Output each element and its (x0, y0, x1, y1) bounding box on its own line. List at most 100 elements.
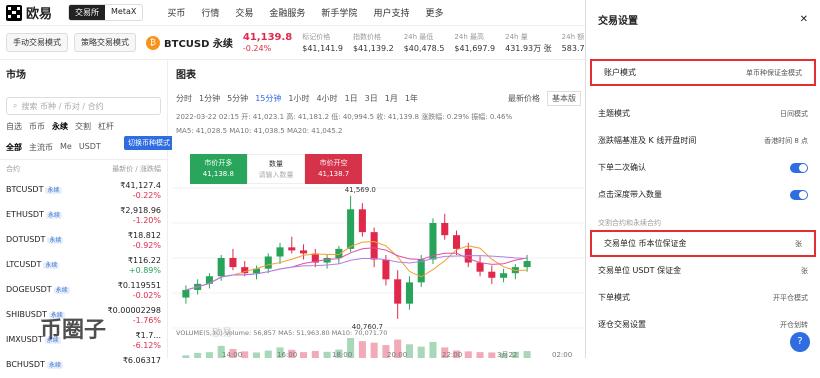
change-text: -0.02% (132, 291, 161, 300)
candle-body (276, 247, 284, 257)
market-symbol: DOGEUSDT 永续 (6, 281, 70, 300)
candle-body (382, 259, 390, 280)
setting-row[interactable]: 点击深度带入数量 (586, 181, 820, 208)
market-tab[interactable]: 永续 (52, 121, 68, 132)
setting-row[interactable]: 交易单位 USDT 保证金 张 (586, 257, 820, 284)
help-icon[interactable]: ? (790, 332, 810, 352)
market-tabs: 自选 币币 永续 交割 杠杆 (0, 115, 167, 132)
setting-value[interactable]: 香港时间 8 点 (764, 136, 808, 146)
sell-label: 市价开空 (319, 159, 348, 167)
volume-bar (241, 351, 249, 358)
nav-item[interactable]: 行情 (201, 6, 219, 19)
stat-label: 24h 最低 (403, 32, 434, 41)
market-buy-button[interactable]: 市价开多 41,138.8 (190, 154, 247, 184)
nav-item[interactable]: 买币 (167, 6, 185, 19)
volume-bar (205, 352, 213, 358)
nav-item[interactable]: 新手学院 (321, 6, 357, 19)
setting-label: 涨跌幅基准及 K 线开盘时间 (598, 136, 697, 145)
search-icon: ⌕ (13, 101, 18, 110)
mode-metax[interactable]: MetaX (105, 5, 142, 20)
settings-list: 账户模式 单币种保证金模式主题模式 日间模式涨跌幅基准及 K 线开盘时间 香港时间 8… (586, 59, 820, 208)
timeframe-option[interactable]: 4小时 (316, 93, 337, 104)
toggle-switch[interactable] (790, 189, 808, 200)
timeframe-option[interactable]: 1年 (405, 93, 418, 104)
setting-row[interactable]: 主题模式 日间模式 (586, 100, 820, 127)
nav-item[interactable]: 金融服务 (269, 6, 305, 19)
setting-row[interactable]: 交易单位 币本位保证金 张 (590, 230, 816, 257)
market-cat[interactable]: 全部 (6, 142, 22, 159)
setting-value[interactable]: 开平仓模式 (773, 293, 808, 303)
close-icon[interactable]: ✕ (800, 14, 808, 25)
nav-item[interactable]: 交易 (235, 6, 253, 19)
setting-row[interactable]: 涨跌幅基准及 K 线开盘时间 香港时间 8 点 (586, 127, 820, 154)
timeframe-option[interactable]: 3日 (365, 93, 378, 104)
setting-value[interactable]: 单币种保证金模式 (746, 68, 802, 78)
nav-item[interactable]: 用户支持 (373, 6, 409, 19)
brand-logo[interactable]: 欧易 (0, 3, 58, 22)
timeframe-option[interactable]: 分时 (176, 93, 192, 104)
setting-row[interactable]: 下单模式 开平仓模式 (586, 284, 820, 311)
market-cat[interactable]: Me (60, 142, 72, 159)
mode-switch[interactable]: 交易所 MetaX (68, 4, 144, 21)
timeframe-option[interactable]: 1分钟 (199, 93, 220, 104)
market-row[interactable]: ETHUSDT 永续 ₹2,918.96 -1.20% (0, 203, 167, 228)
candle-body (405, 282, 413, 304)
timeframe-option[interactable]: 15分钟 (255, 93, 281, 104)
pair-selector[interactable]: BTCUSD 永续 (164, 35, 233, 50)
quantity-input[interactable]: 数量 请输入数量 (246, 154, 306, 184)
candle-body (347, 209, 355, 249)
settings-title: 交易设置 (598, 16, 638, 27)
market-tab[interactable]: 交割 (75, 121, 91, 132)
timeframe-option[interactable]: 1日 (345, 93, 358, 104)
price-text: ₹0.119551 (117, 281, 161, 290)
chart-panel: 图表 分时 1分钟 5分钟 15分钟 1小时 4小时 1日 3日 1月 1年 最新价格 基本版 202… (172, 60, 585, 358)
price-text: ₹116.22 (127, 256, 161, 265)
setting-label: 主题模式 (598, 109, 630, 118)
contract-tag: 永续 (45, 187, 62, 194)
timeframe-option[interactable]: 1小时 (288, 93, 309, 104)
setting-row[interactable]: 账户模式 单币种保证金模式 (590, 59, 816, 86)
market-row[interactable]: LTCUSDT 永续 ₹116.22 +0.89% (0, 253, 167, 278)
toggle-switch[interactable] (790, 162, 808, 173)
x-tick: 14:00 (222, 351, 242, 358)
market-cat[interactable]: USDT (79, 142, 101, 159)
setting-value[interactable]: 张 (795, 239, 802, 249)
volume-bar (417, 346, 425, 358)
strategy-mode-button[interactable]: 策略交易模式 (74, 33, 136, 52)
mode-exchange[interactable]: 交易所 (69, 5, 106, 20)
market-symbol: ETHUSDT 永续 (6, 206, 62, 225)
setting-value[interactable]: 日间模式 (780, 109, 808, 119)
col-contract: 合约 (6, 165, 20, 173)
stat-item: 24h 额 583.7 (562, 32, 585, 54)
volume-bar (476, 352, 484, 358)
setting-row[interactable]: 下单二次确认 (586, 154, 820, 181)
x-tick: 22:00 (442, 351, 462, 358)
setting-value[interactable]: 张 (801, 266, 808, 276)
timeframe-option[interactable]: 5分钟 (227, 93, 248, 104)
contract-tag: 永续 (53, 287, 70, 294)
market-row[interactable]: DOGEUSDT 永续 ₹0.119551 -0.02% (0, 278, 167, 303)
candle-body (358, 209, 366, 233)
setting-value[interactable]: 开仓划转 (780, 320, 808, 330)
candle-body (523, 261, 531, 268)
market-search[interactable]: ⌕ 搜索 币种 / 币对 / 合约 (6, 97, 161, 115)
nav-item[interactable]: 更多 (425, 6, 443, 19)
manual-mode-button[interactable]: 手动交易模式 (6, 33, 68, 52)
basic-view-button[interactable]: 基本版 (547, 91, 581, 106)
price-text: ₹1.7... (135, 331, 161, 340)
ma-line (185, 241, 528, 291)
market-row[interactable]: BTCUSDT 永续 ₹41,127.4 -0.22% (0, 178, 167, 203)
candle-body (370, 232, 378, 260)
candle-body (182, 289, 190, 298)
market-row[interactable]: DOTUSDT 永续 ₹18.812 -0.92% (0, 228, 167, 253)
market-cat[interactable]: 主流币 (29, 142, 53, 159)
market-tab[interactable]: 杠杆 (98, 121, 114, 132)
market-price: ₹116.22 +0.89% (128, 256, 161, 275)
market-tab[interactable]: 自选 (6, 121, 22, 132)
market-tab[interactable]: 币币 (29, 121, 45, 132)
market-row[interactable]: BCHUSDT 永续 ₹6.06317 (0, 353, 167, 378)
latest-price-select[interactable]: 最新价格 (508, 93, 540, 104)
timeframe-option[interactable]: 1月 (385, 93, 398, 104)
market-sell-button[interactable]: 市价开空 41,138.7 (305, 154, 363, 184)
setting-row[interactable]: 逐仓交易设置 开仓划转 (586, 311, 820, 338)
